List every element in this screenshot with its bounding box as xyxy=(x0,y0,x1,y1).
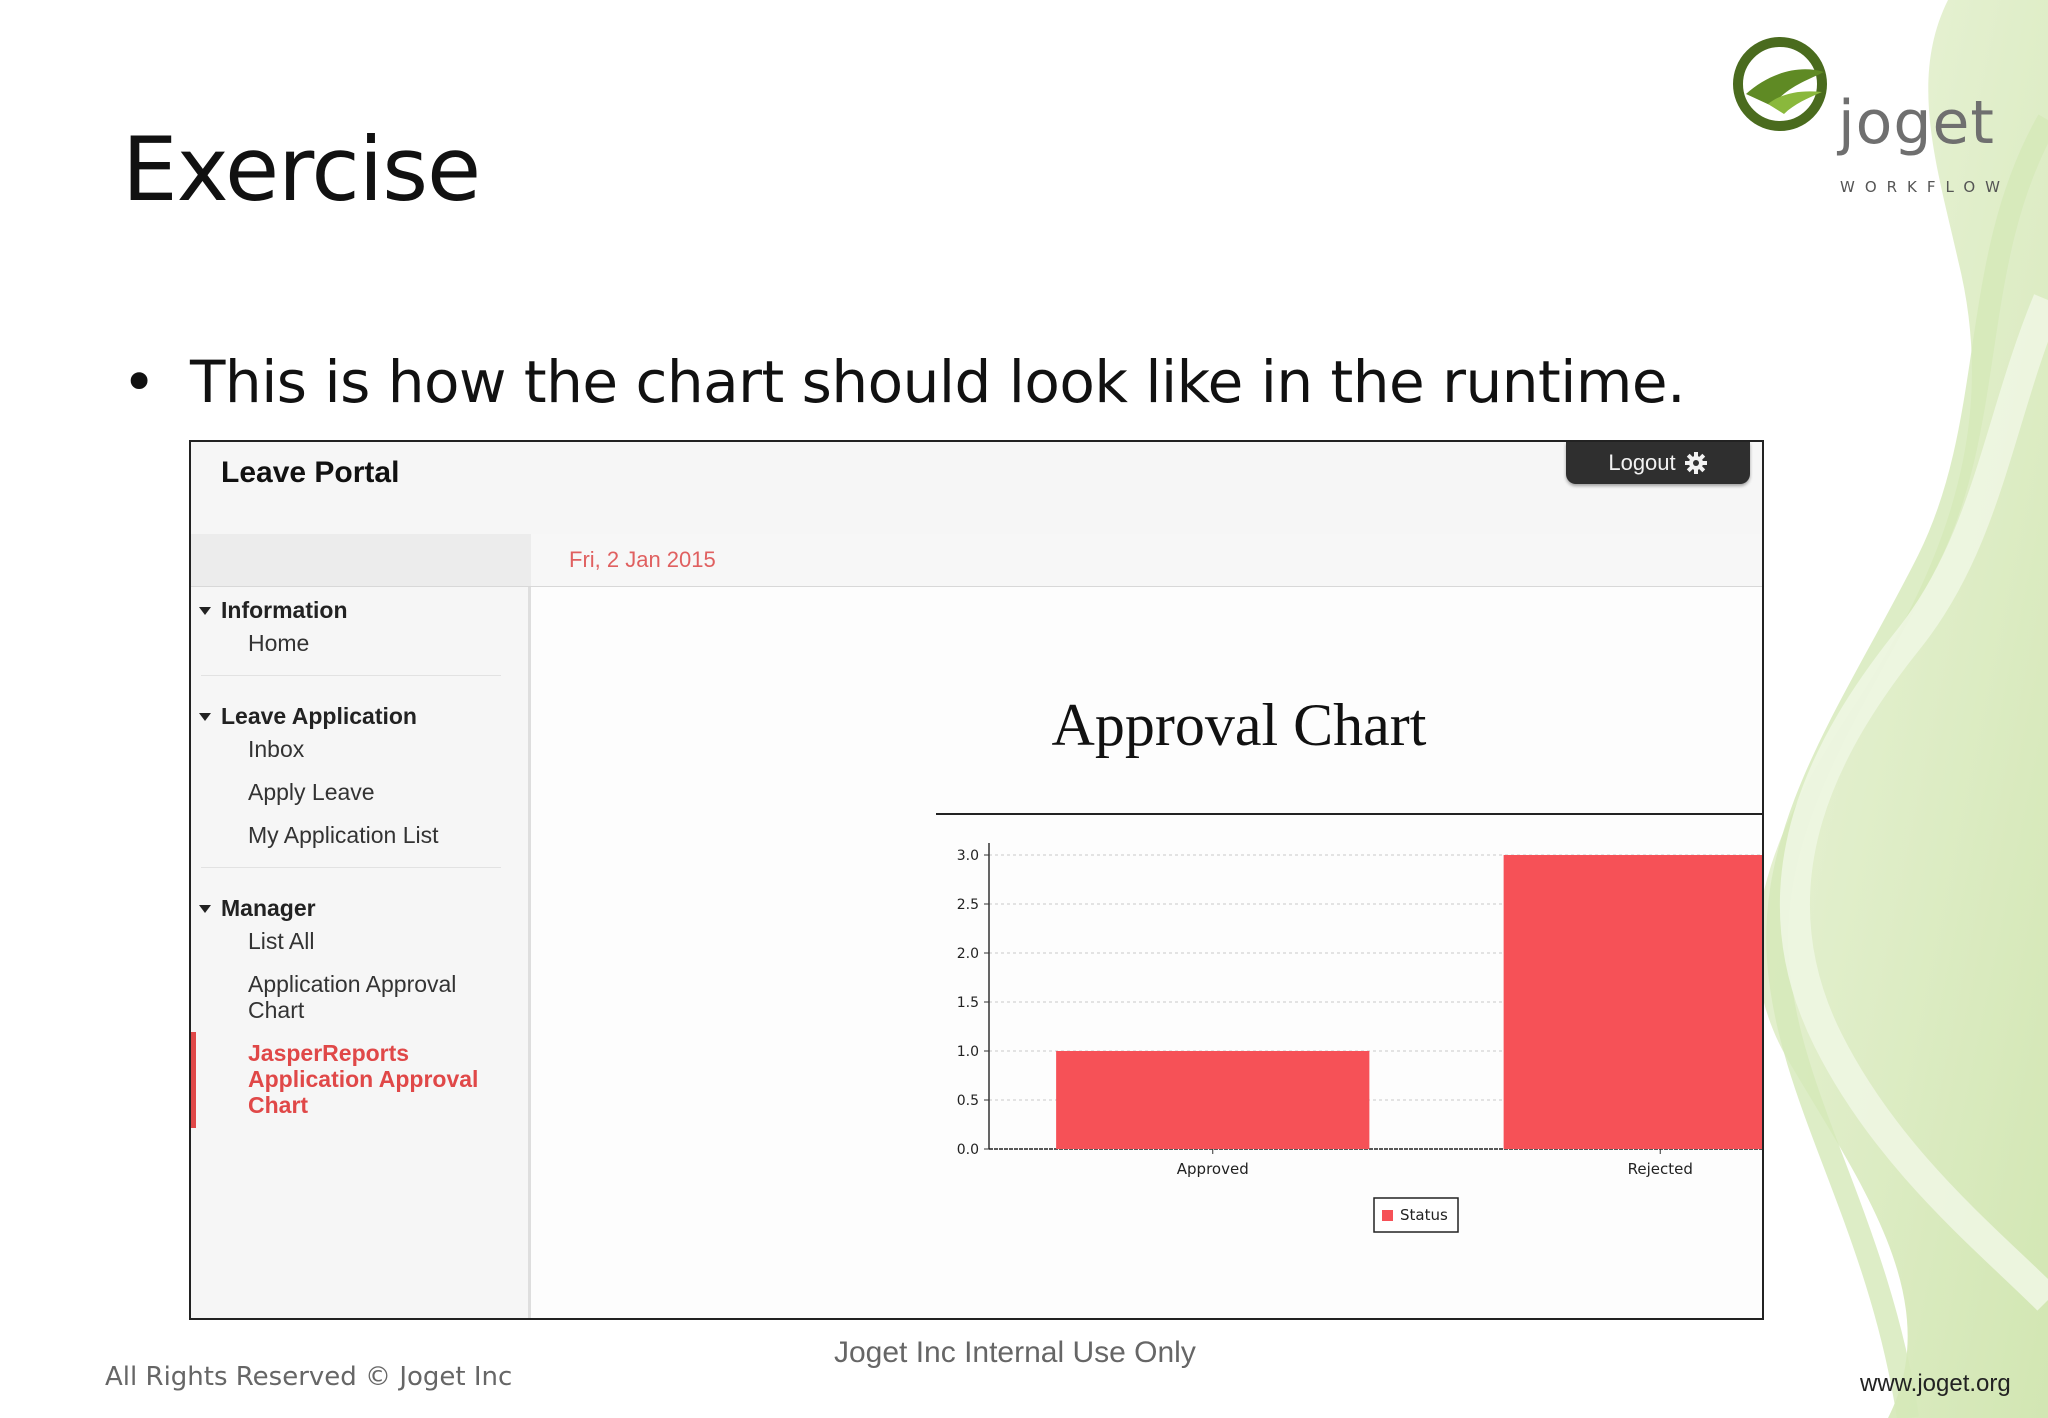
bullet-symbol: • xyxy=(122,348,156,416)
sidebar-item-home[interactable]: Home xyxy=(248,630,309,656)
logo-tagline: WORKFLOW xyxy=(1840,178,2010,196)
y-tick-label: 0.5 xyxy=(957,1093,979,1109)
y-tick-label: 1.5 xyxy=(957,995,979,1011)
date-bar-spacer xyxy=(191,534,531,586)
sidebar-item-application-approval-chart[interactable]: Application Approval Chart xyxy=(248,971,488,1023)
bar-rejected xyxy=(1503,855,1762,1149)
joget-logo-mark-icon xyxy=(1733,37,1827,131)
divider xyxy=(201,867,501,868)
footer-internal-note: Joget Inc Internal Use Only xyxy=(834,1336,1196,1369)
active-item-marker xyxy=(191,1032,196,1128)
chevron-down-icon xyxy=(199,607,211,615)
legend-swatch xyxy=(1382,1210,1393,1221)
bar-approved xyxy=(1056,1051,1370,1149)
sidebar-section-leave-application[interactable]: Leave Application xyxy=(221,703,417,730)
sidebar-section-manager[interactable]: Manager xyxy=(221,895,316,922)
approval-bar-chart: 0.0 0.5 1.0 1.5 2.0 2.5 3.0 Approved Rejected Sta… xyxy=(957,843,1762,1233)
app-header: Leave Portal Logout xyxy=(191,442,1762,535)
logout-button[interactable]: Logout xyxy=(1566,442,1750,484)
sidebar-item-list-all[interactable]: List All xyxy=(248,928,314,954)
sidebar-item-my-application-list[interactable]: My Application List xyxy=(248,822,438,848)
main-content: Approval Chart 0.0 0.5 1.0 1.5 2.0 2.5 3.0 Appr… xyxy=(531,587,1762,1318)
footer-copyright: All Rights Reserved © Joget Inc xyxy=(105,1362,513,1392)
current-date: Fri, 2 Jan 2015 xyxy=(569,547,716,572)
y-tick-label: 1.0 xyxy=(957,1044,979,1060)
gear-icon xyxy=(1684,452,1707,474)
y-tick-label: 3.0 xyxy=(957,848,979,864)
app-screenshot: Leave Portal Logout Fri, 2 Jan 2015 Info… xyxy=(189,440,1764,1320)
sidebar: Information Home Leave Application Inbox… xyxy=(191,587,531,1318)
footer-website-link[interactable]: www.joget.org xyxy=(1860,1370,2011,1398)
chevron-down-icon xyxy=(199,713,211,721)
slide-title: Exercise xyxy=(122,118,481,221)
y-tick-label: 2.0 xyxy=(957,946,979,962)
x-tick-label: Approved xyxy=(1177,1160,1249,1178)
logout-label: Logout xyxy=(1608,450,1676,475)
sidebar-section-information[interactable]: Information xyxy=(221,597,348,624)
divider xyxy=(201,675,501,676)
y-tick-label: 2.5 xyxy=(957,897,979,913)
x-tick-label: Rejected xyxy=(1628,1160,1693,1178)
logo-wordmark: joget xyxy=(1838,88,1995,158)
date-bar: Fri, 2 Jan 2015 xyxy=(191,534,1762,587)
sidebar-item-inbox[interactable]: Inbox xyxy=(248,736,304,762)
y-tick-label: 0.0 xyxy=(957,1142,979,1158)
chevron-down-icon xyxy=(199,905,211,913)
app-title: Leave Portal xyxy=(221,456,400,489)
bullet-point: • This is how the chart should look like … xyxy=(122,348,1686,416)
sidebar-item-apply-leave[interactable]: Apply Leave xyxy=(248,779,375,805)
sidebar-item-jasperreports-application-approval-chart[interactable]: JasperReports Application Approval Chart xyxy=(248,1040,498,1118)
bullet-text: This is how the chart should look like i… xyxy=(190,348,1686,416)
legend-label: Status xyxy=(1400,1206,1448,1224)
joget-logo: joget WORKFLOW xyxy=(1728,34,2028,204)
